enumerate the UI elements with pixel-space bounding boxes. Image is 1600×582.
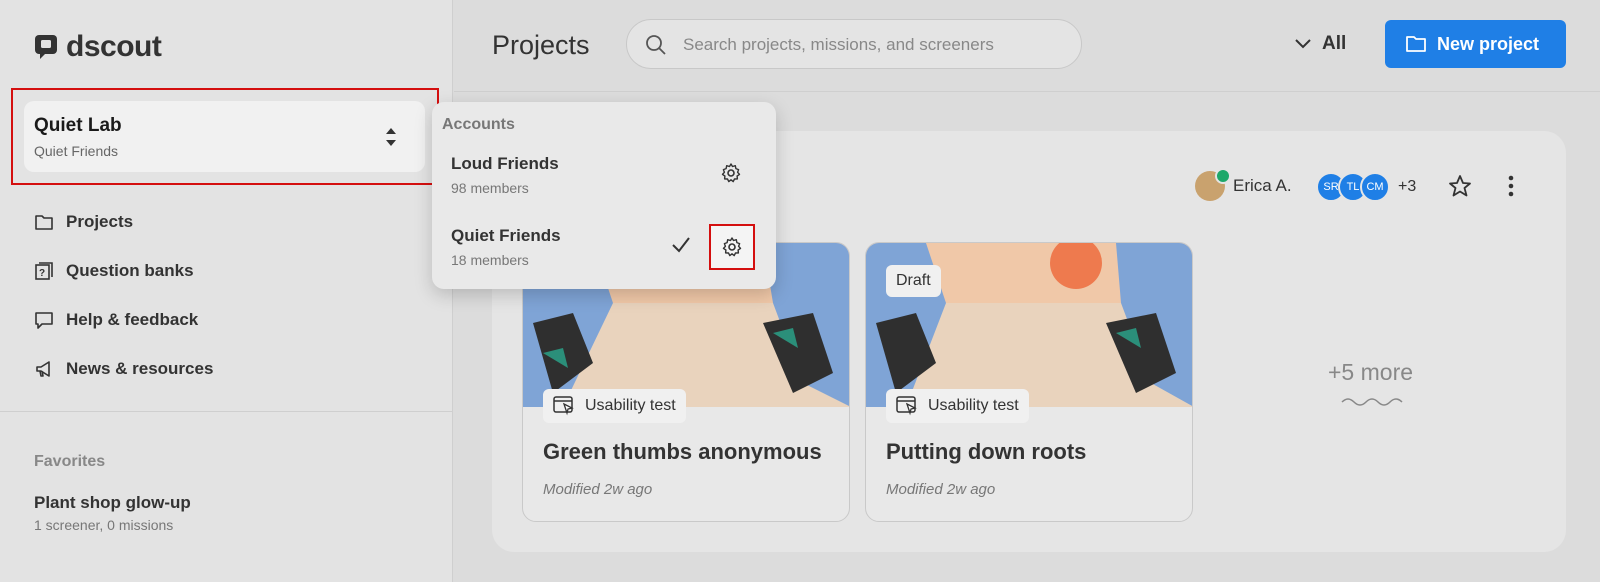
question-bank-icon: ? bbox=[35, 261, 53, 280]
app-name: dscout bbox=[66, 30, 162, 63]
sidebar-item-help-feedback[interactable]: Help & feedback bbox=[34, 295, 213, 344]
account-option-name: Quiet Friends bbox=[451, 226, 561, 245]
sidebar-item-news-resources[interactable]: News & resources bbox=[34, 344, 213, 393]
folder-icon bbox=[35, 214, 53, 230]
page-title: Projects bbox=[492, 30, 590, 60]
squiggle-decoration bbox=[1341, 398, 1403, 406]
mission-type-label: Usability test bbox=[928, 397, 1019, 414]
top-header: Projects Search projects, missions, and … bbox=[454, 0, 1600, 92]
mission-title: Green thumbs anonymous bbox=[543, 439, 822, 464]
usability-test-icon bbox=[896, 396, 917, 416]
account-switcher[interactable]: Quiet Lab Quiet Friends bbox=[24, 101, 425, 172]
checkmark-icon bbox=[672, 237, 690, 253]
svg-text:?: ? bbox=[39, 268, 45, 279]
more-options-icon[interactable] bbox=[1507, 174, 1515, 198]
avatar bbox=[1195, 168, 1231, 201]
gear-icon[interactable] bbox=[720, 162, 742, 184]
mission-type-badge: Usability test bbox=[543, 389, 686, 423]
mission-card[interactable]: Draft Usability test Putting down roots … bbox=[865, 242, 1193, 522]
sidebar: dscout Quiet Lab Quiet Friends Projects … bbox=[0, 0, 453, 582]
project-owner: Erica A. bbox=[1195, 168, 1292, 201]
more-missions-link[interactable]: +5 more bbox=[1328, 359, 1413, 386]
favorite-item[interactable]: Plant shop glow-up bbox=[34, 493, 191, 513]
dscout-logo-icon bbox=[35, 35, 57, 59]
megaphone-icon bbox=[36, 360, 50, 377]
account-option-name: Loud Friends bbox=[451, 154, 559, 173]
account-option-members: 98 members bbox=[451, 180, 529, 196]
avatar: CM bbox=[1360, 172, 1390, 202]
dropdown-heading: Accounts bbox=[442, 116, 515, 133]
sidebar-item-question-banks[interactable]: ? Question banks bbox=[34, 246, 213, 295]
chevron-down-icon bbox=[1295, 39, 1311, 49]
sidebar-item-label: Question banks bbox=[66, 260, 194, 280]
account-option-loud-friends[interactable]: Loud Friends 98 members bbox=[442, 148, 766, 212]
search-icon bbox=[646, 35, 666, 55]
account-name: Quiet Lab bbox=[34, 115, 122, 136]
gear-icon bbox=[722, 237, 742, 257]
owner-name: Erica A. bbox=[1233, 176, 1292, 195]
sidebar-divider bbox=[0, 411, 453, 412]
sidebar-nav: Projects ? Question banks Help & feedbac… bbox=[34, 197, 213, 393]
draft-badge: Draft bbox=[886, 265, 941, 297]
search-placeholder: Search projects, missions, and screeners bbox=[683, 35, 994, 54]
mission-modified: Modified 2w ago bbox=[543, 481, 653, 498]
sidebar-item-projects[interactable]: Projects bbox=[34, 197, 213, 246]
account-settings-button[interactable] bbox=[709, 224, 755, 270]
search-input[interactable]: Search projects, missions, and screeners bbox=[626, 19, 1082, 69]
favorites-heading: Favorites bbox=[34, 453, 106, 470]
star-icon[interactable] bbox=[1448, 174, 1472, 198]
folder-icon bbox=[1406, 36, 1426, 52]
mission-type-label: Usability test bbox=[585, 397, 676, 414]
account-option-members: 18 members bbox=[451, 252, 529, 268]
app-logo[interactable]: dscout bbox=[34, 30, 162, 64]
more-collaborators-count: +3 bbox=[1398, 178, 1417, 195]
account-org: Quiet Friends bbox=[34, 143, 119, 159]
sidebar-item-label: News & resources bbox=[66, 358, 214, 378]
collaborator-avatars[interactable]: SR TL CM +3 bbox=[1316, 172, 1416, 202]
mission-type-badge: Usability test bbox=[886, 389, 1029, 423]
filter-dropdown[interactable]: All bbox=[1294, 33, 1346, 55]
sort-arrows-icon bbox=[386, 128, 396, 146]
sidebar-item-label: Projects bbox=[66, 211, 134, 231]
usability-test-icon bbox=[553, 396, 574, 416]
mission-modified: Modified 2w ago bbox=[886, 481, 996, 498]
sidebar-item-label: Help & feedback bbox=[66, 309, 199, 329]
new-project-label: New project bbox=[1437, 33, 1540, 54]
new-project-button[interactable]: New project bbox=[1385, 20, 1566, 68]
favorite-item-meta: 1 screener, 0 missions bbox=[34, 517, 174, 533]
chat-bubble-icon bbox=[35, 311, 53, 329]
verified-check-icon bbox=[1215, 168, 1231, 184]
filter-label: All bbox=[1322, 33, 1347, 54]
mission-title: Putting down roots bbox=[886, 439, 1087, 464]
